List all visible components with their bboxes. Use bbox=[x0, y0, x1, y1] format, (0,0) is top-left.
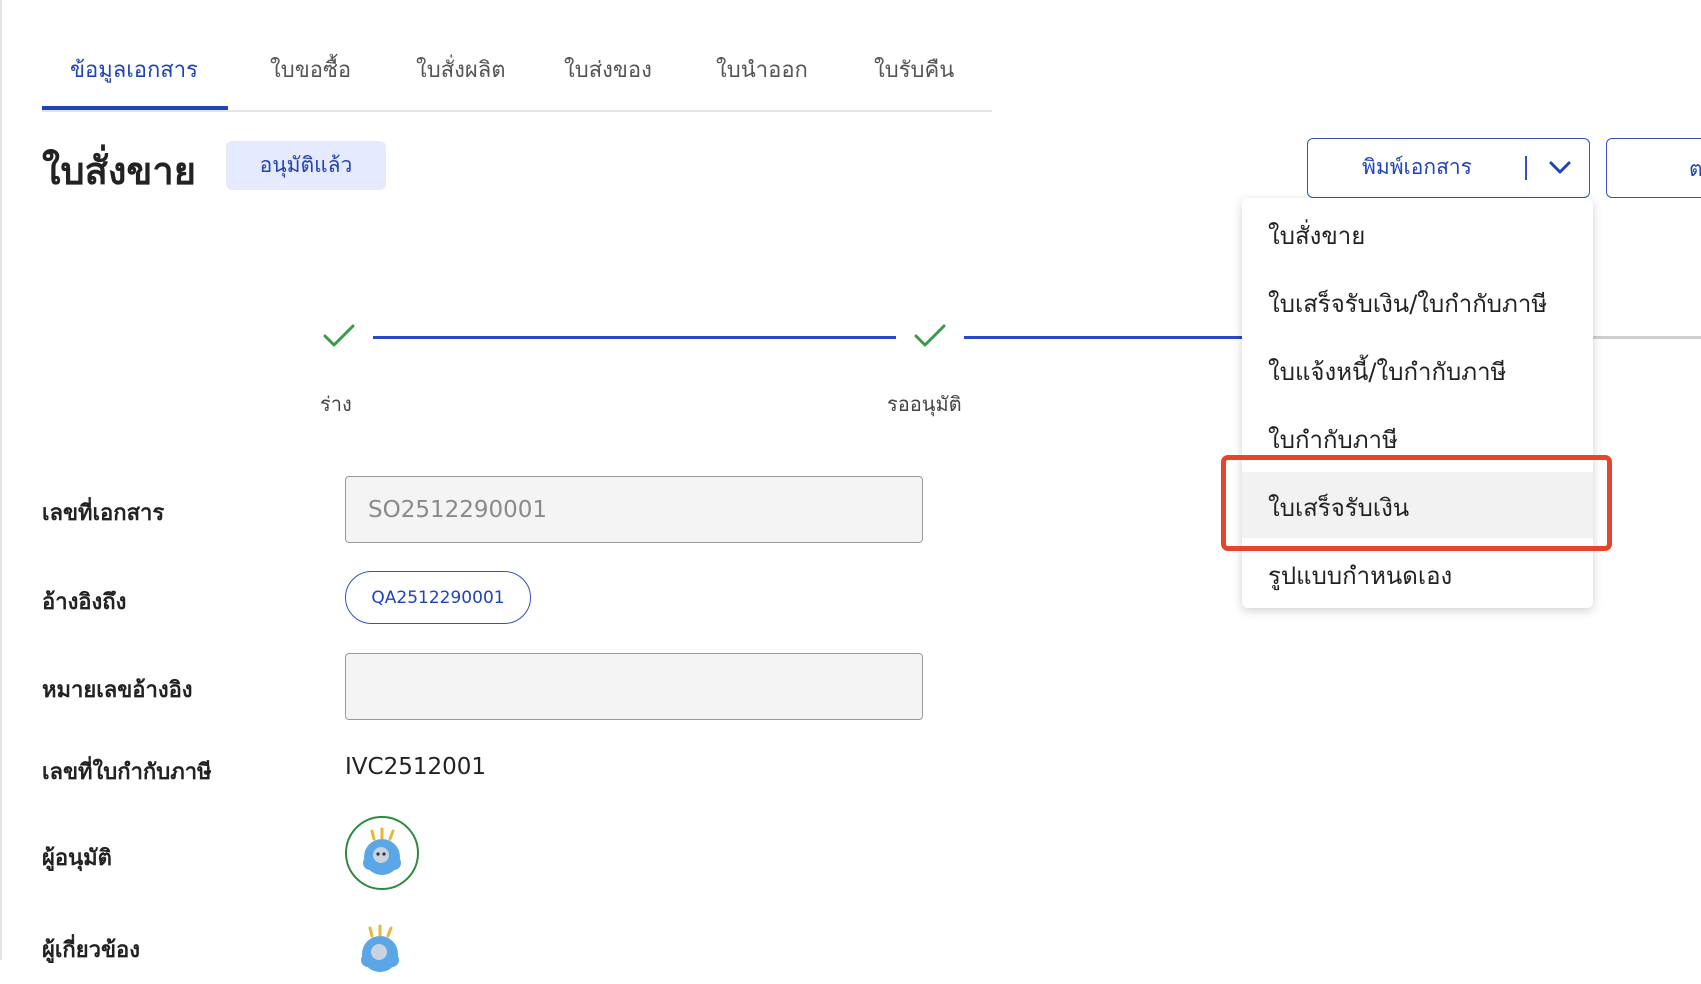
split-button-divider bbox=[1525, 156, 1527, 180]
mascot-avatar-icon bbox=[361, 924, 399, 972]
mascot-avatar-icon bbox=[363, 827, 401, 875]
step-label-draft: ร่าง bbox=[320, 392, 352, 416]
doc-number-label: เลขที่เอกสาร bbox=[42, 501, 165, 526]
approver-label: ผู้อนุมัติ bbox=[42, 846, 112, 871]
menu-item-receipt-tax-invoice[interactable]: ใบเสร็จรับเงิน/ใบกำกับภาษี bbox=[1242, 268, 1593, 334]
next-action-button[interactable]: ต bbox=[1606, 138, 1701, 198]
tab-purchase-request[interactable]: ใบขอซื้อ bbox=[270, 52, 351, 108]
stepper-line-complete bbox=[964, 336, 1244, 339]
stepper-line-pending bbox=[1592, 336, 1701, 339]
active-tab-indicator bbox=[42, 106, 228, 110]
tab-document-info[interactable]: ข้อมูลเอกสาร bbox=[70, 52, 198, 108]
print-document-button[interactable]: พิมพ์เอกสาร bbox=[1307, 138, 1590, 198]
page-left-border bbox=[0, 0, 2, 960]
ref-number-field[interactable] bbox=[345, 653, 923, 720]
chevron-down-icon[interactable] bbox=[1540, 151, 1580, 185]
stepper-line-complete bbox=[373, 336, 896, 339]
check-icon bbox=[321, 320, 357, 352]
related-person-avatar[interactable] bbox=[350, 920, 410, 980]
status-badge: อนุมัติแล้ว bbox=[226, 141, 386, 190]
doc-number-field[interactable] bbox=[345, 476, 923, 543]
tab-export-note[interactable]: ใบนำออก bbox=[716, 52, 808, 108]
tax-invoice-label: เลขที่ใบกำกับภาษี bbox=[42, 760, 212, 785]
check-icon bbox=[912, 320, 948, 352]
reference-label: อ้างอิงถึง bbox=[42, 590, 127, 615]
annotation-highlight-box bbox=[1221, 455, 1612, 551]
menu-item-invoice-tax-invoice[interactable]: ใบแจ้งหนี้/ใบกำกับภาษี bbox=[1242, 336, 1593, 402]
ref-number-label: หมายเลขอ้างอิง bbox=[42, 678, 193, 703]
tax-invoice-value: IVC2512001 bbox=[345, 754, 487, 780]
tab-delivery-note[interactable]: ใบส่งของ bbox=[564, 52, 652, 108]
menu-item-sales-order[interactable]: ใบสั่งขาย bbox=[1242, 200, 1593, 266]
page-title: ใบสั่งขาย bbox=[42, 149, 197, 193]
reference-chip[interactable]: QA2512290001 bbox=[345, 571, 531, 624]
approver-avatar[interactable] bbox=[345, 816, 419, 890]
tab-return-receipt[interactable]: ใบรับคืน bbox=[874, 52, 954, 108]
tab-production-order[interactable]: ใบสั่งผลิต bbox=[416, 52, 506, 108]
related-people-label: ผู้เกี่ยวข้อง bbox=[42, 938, 140, 963]
next-button-label: ต bbox=[1689, 157, 1701, 181]
print-button-label[interactable]: พิมพ์เอกสาร bbox=[1308, 139, 1526, 196]
step-label-pending-approval: รออนุมัติ bbox=[887, 392, 962, 416]
document-tabs: ข้อมูลเอกสาร ใบขอซื้อ ใบสั่งผลิต ใบส่งขอ… bbox=[42, 40, 992, 112]
